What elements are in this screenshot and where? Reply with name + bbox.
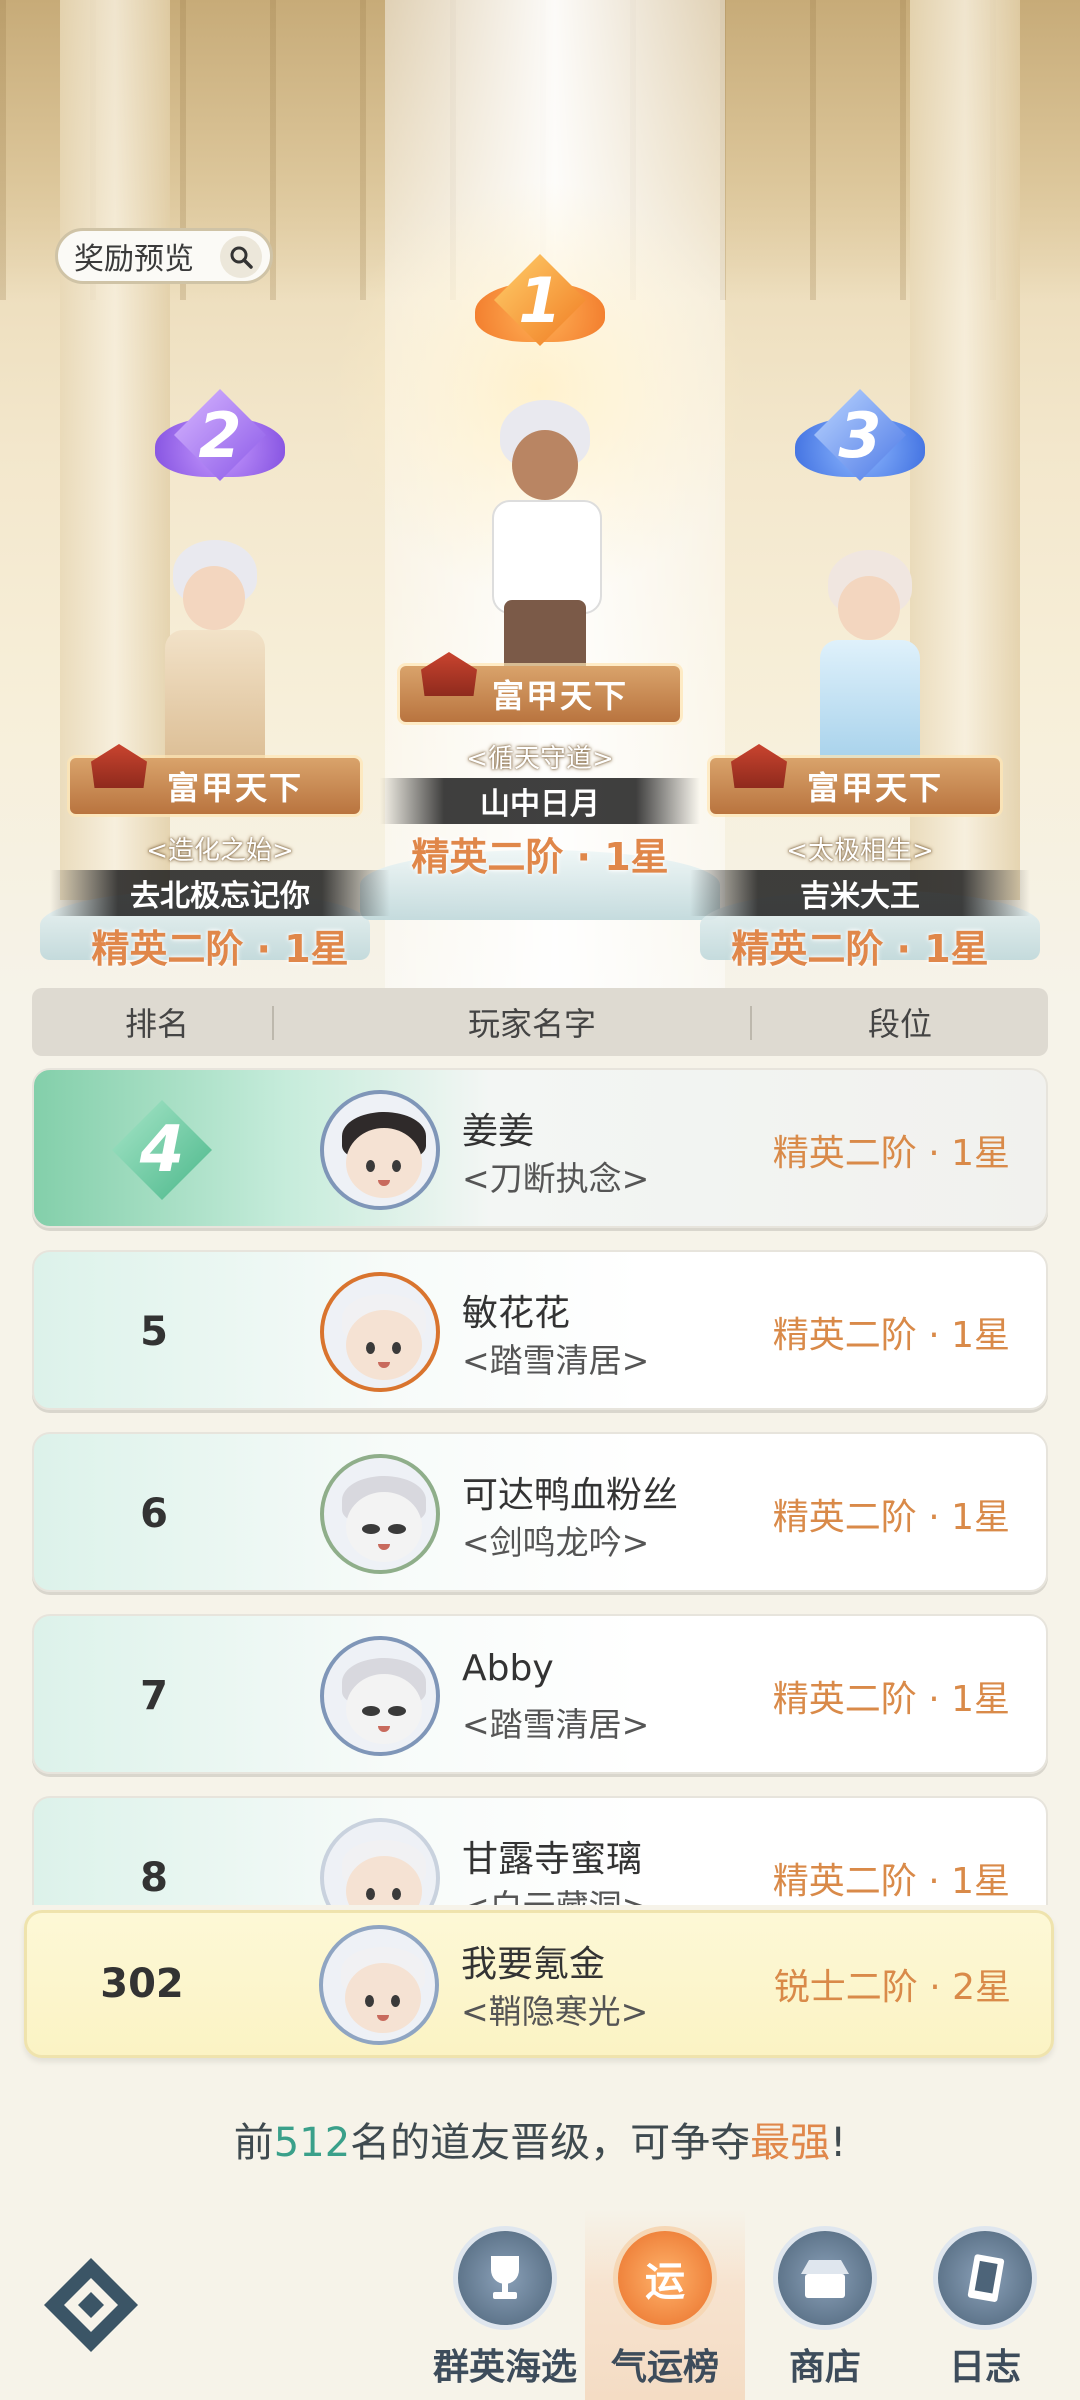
- rank-number: 8: [140, 1855, 168, 1901]
- ranking-list[interactable]: 4 姜姜 <刀断执念> 精英二阶 · 1星 5 敏花花 <踏雪清居> 精英二阶 …: [0, 1060, 1080, 1905]
- nav-label: 群英海选: [432, 2347, 577, 2388]
- player-guild: <刀断执念>: [462, 1159, 650, 1198]
- self-rank-number: 302: [100, 1961, 184, 2007]
- avatar[interactable]: [320, 1636, 440, 1756]
- table-row[interactable]: 4 姜姜 <刀断执念> 精英二阶 · 1星: [32, 1068, 1048, 1228]
- rank-3-title-plaque: 富甲天下: [710, 744, 1000, 814]
- rank-3-tier: 精英二阶 · 1星: [731, 927, 989, 971]
- self-player-guild: <鞘隐寒光>: [461, 1992, 649, 2031]
- gate-icon: [731, 744, 787, 788]
- table-row[interactable]: 6 可达鸭血粉丝 <剑鸣龙吟> 精英二阶 · 1星: [32, 1432, 1048, 1592]
- player-guild: <踏雪清居>: [462, 1705, 650, 1744]
- nav-item-trophy[interactable]: 群英海选: [425, 2210, 585, 2400]
- rank-3-character[interactable]: [810, 550, 930, 780]
- rank-1-name[interactable]: 山中日月: [380, 778, 700, 824]
- nav-label: 气运榜: [610, 2347, 719, 2388]
- rank-1-emblem: 1: [475, 240, 605, 360]
- player-name: Abby: [462, 1648, 554, 1689]
- player-guild: <剑鸣龙吟>: [462, 1523, 650, 1562]
- rank-2-title-plaque: 富甲天下: [70, 744, 360, 814]
- player-name: 姜姜: [462, 1111, 535, 1152]
- bottom-nav: 群英海选 运 气运榜 商店 日志: [0, 2210, 1080, 2400]
- rank-1-title-plaque: 富甲天下: [400, 652, 680, 722]
- player-tier: 精英二阶 · 1星: [772, 1133, 1010, 1174]
- nav-label: 日志: [948, 2347, 1021, 2388]
- nav-item-fortune[interactable]: 运 气运榜: [585, 2210, 745, 2400]
- avatar[interactable]: [320, 1090, 440, 1210]
- avatar[interactable]: [320, 1272, 440, 1392]
- rank-2-emblem: 2: [155, 375, 285, 495]
- table-row[interactable]: 7 Abby <踏雪清居> 精英二阶 · 1星: [32, 1614, 1048, 1774]
- rank-1-tier: 精英二阶 · 1星: [411, 835, 669, 879]
- nav-item-shop[interactable]: 商店: [745, 2210, 905, 2400]
- player-tier: 精英二阶 · 1星: [772, 1315, 1010, 1356]
- table-header: 排名 玩家名字 段位: [32, 988, 1048, 1056]
- player-tier: 精英二阶 · 1星: [772, 1861, 1010, 1902]
- table-row[interactable]: 5 敏花花 <踏雪清居> 精英二阶 · 1星: [32, 1250, 1048, 1410]
- self-player-tier: 锐士二阶 · 2星: [773, 1967, 1011, 2008]
- rank-2-guild: <造化之始>: [146, 836, 294, 866]
- promo-suffix: !: [830, 2120, 847, 2166]
- rank-4-badge: 4: [112, 1100, 212, 1200]
- avatar[interactable]: [320, 1454, 440, 1574]
- fortune-glyph: 运: [645, 2259, 685, 2305]
- reward-preview-button[interactable]: 奖励预览: [55, 228, 273, 284]
- rank-3-name[interactable]: 吉米大王: [690, 870, 1030, 916]
- fortune-icon: 运: [613, 2226, 717, 2330]
- promotion-note: 前512名的道友晋级，可争夺最强!: [0, 2110, 1080, 2168]
- player-name: 可达鸭血粉丝: [462, 1475, 679, 1516]
- self-player-name: 我要氪金: [461, 1944, 606, 1985]
- self-rank-row[interactable]: 302 我要氪金 <鞘隐寒光> 锐士二阶 · 2星: [24, 1910, 1054, 2058]
- nav-label: 商店: [788, 2347, 861, 2388]
- log-book-icon: [933, 2226, 1037, 2330]
- rank-2-character[interactable]: [155, 540, 275, 780]
- table-row[interactable]: 8 甘露寺蜜璃 <白云藏洞> 精英二阶 · 1星: [32, 1796, 1048, 1905]
- player-name: 甘露寺蜜璃: [462, 1839, 643, 1880]
- header-rank: 排名: [124, 1005, 189, 1043]
- promo-prefix: 前: [233, 2120, 274, 2166]
- podium-stage: 1 2 3 富甲天下 <循天守道> 山中日月 精英二阶 · 1星 富甲天下 <造…: [0, 0, 1080, 1000]
- player-tier: 精英二阶 · 1星: [772, 1679, 1010, 1720]
- rank-2-tier: 精英二阶 · 1星: [91, 927, 349, 971]
- player-guild: <踏雪清居>: [462, 1341, 650, 1380]
- rank-1-character[interactable]: [480, 400, 610, 700]
- rank-number: 7: [140, 1673, 168, 1719]
- rank-3-guild: <太极相生>: [786, 836, 934, 866]
- search-icon: [220, 236, 262, 278]
- rank-1-guild: <循天守道>: [466, 744, 614, 774]
- avatar[interactable]: [320, 1818, 440, 1905]
- avatar[interactable]: [319, 1925, 439, 2045]
- rank-number: 6: [140, 1491, 168, 1537]
- player-guild: <白云藏洞>: [462, 1880, 649, 1905]
- player-tier: 精英二阶 · 1星: [772, 1497, 1010, 1538]
- player-name: 敏花花: [462, 1293, 571, 1334]
- header-tier: 段位: [867, 1005, 932, 1043]
- rank-3-emblem: 3: [795, 375, 925, 495]
- promo-count: 512: [273, 2120, 351, 2166]
- header-divider: [272, 1006, 274, 1040]
- promo-middle: 名的道友晋级，可争夺: [350, 2120, 751, 2166]
- reward-preview-label: 奖励预览: [74, 242, 194, 277]
- shop-icon: [773, 2226, 877, 2330]
- nav-item-log[interactable]: 日志: [905, 2210, 1065, 2400]
- promo-highlight: 最强: [750, 2120, 831, 2166]
- rank-2-name[interactable]: 去北极忘记你: [50, 870, 390, 916]
- header-player: 玩家名字: [467, 1005, 596, 1043]
- rank-number: 5: [140, 1309, 168, 1355]
- trophy-icon: [453, 2226, 557, 2330]
